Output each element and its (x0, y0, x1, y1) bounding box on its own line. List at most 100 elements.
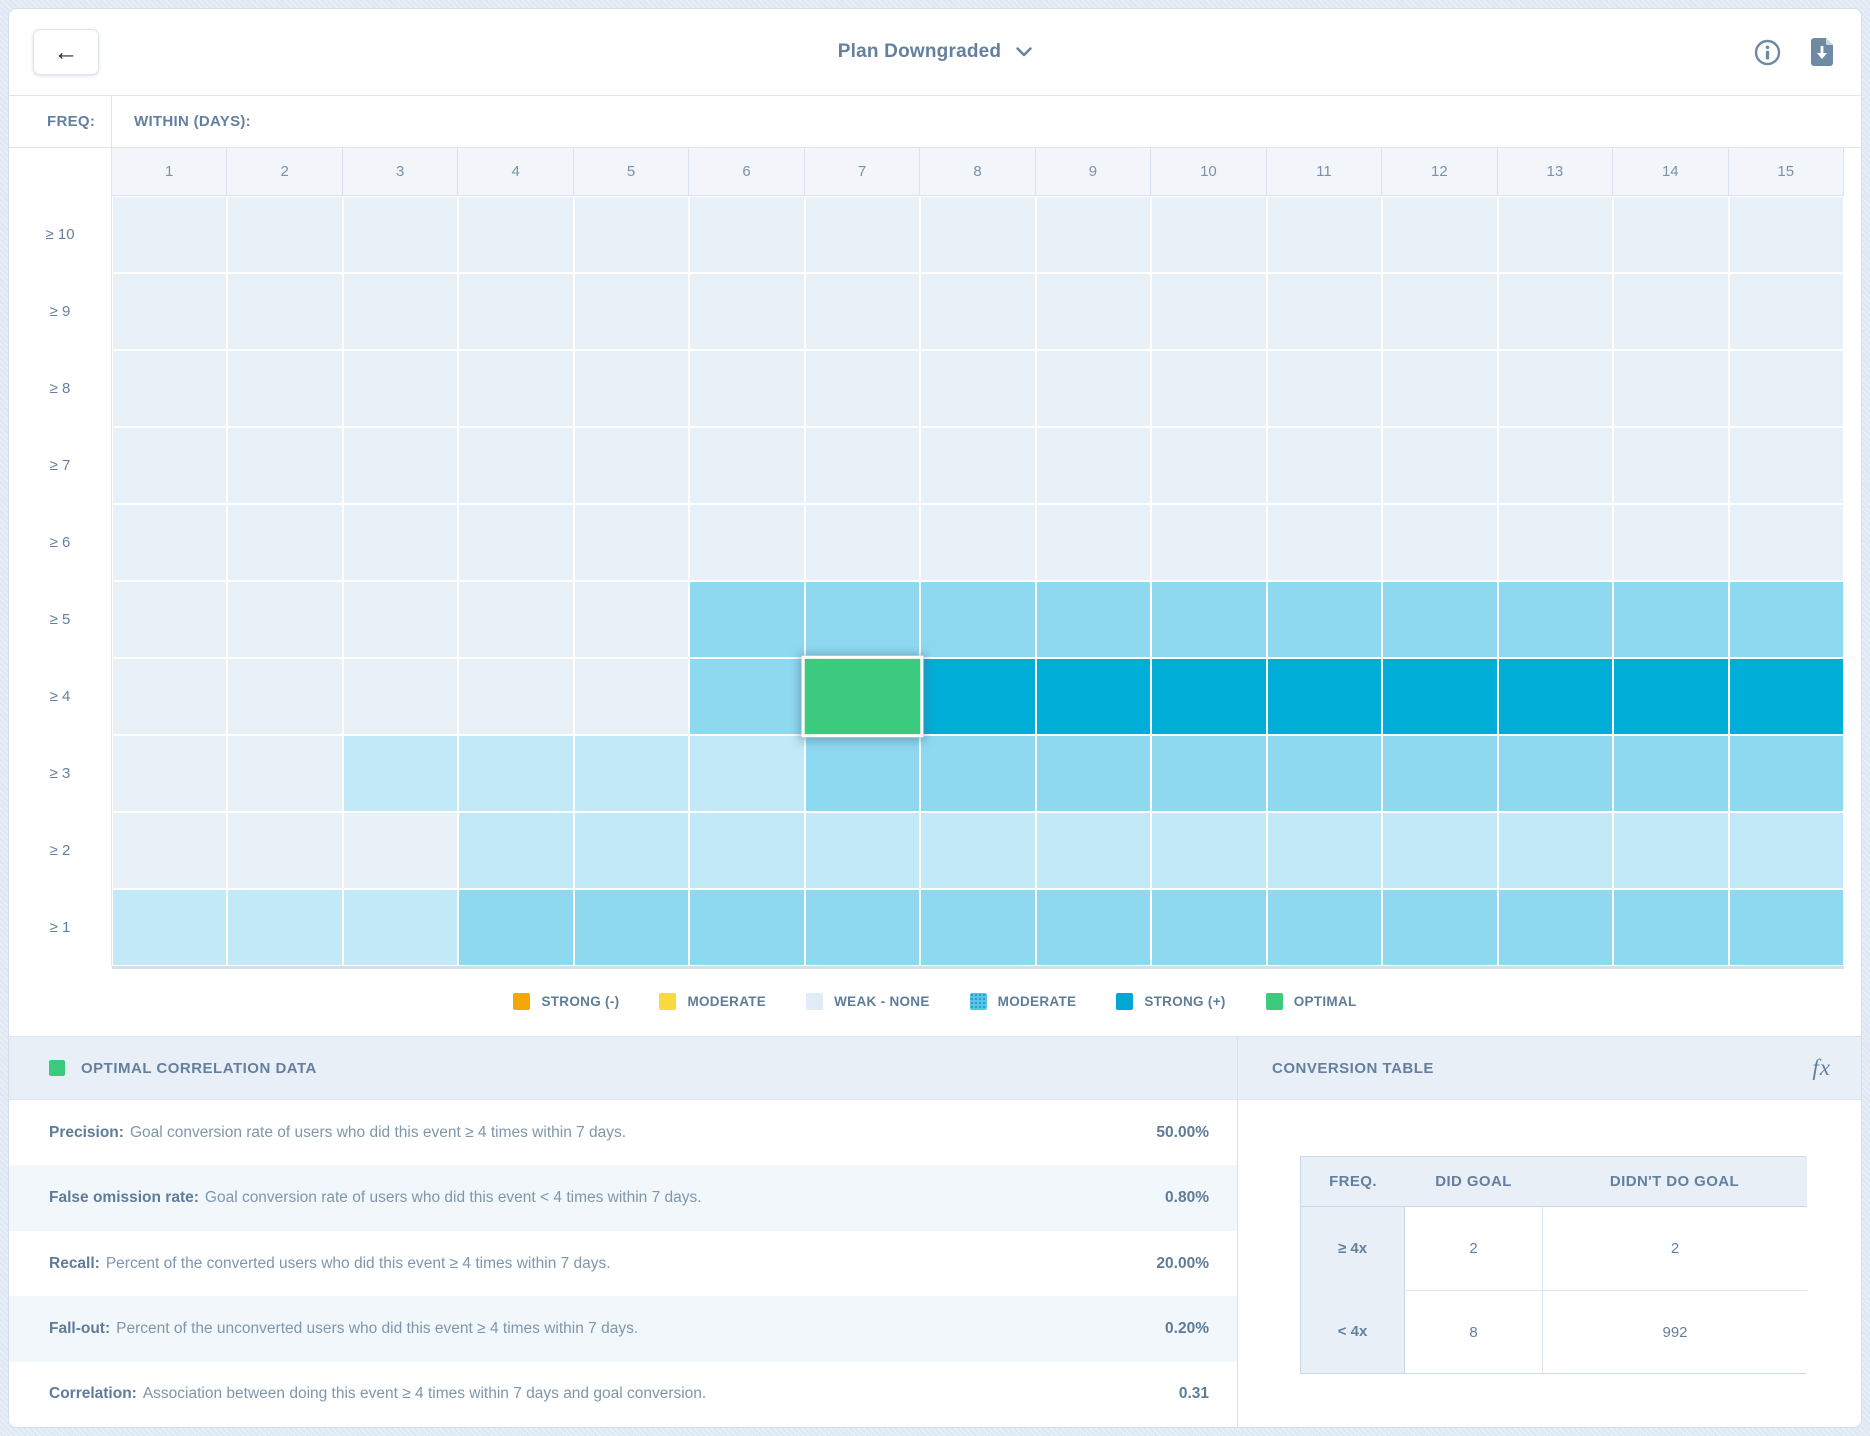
heatmap-cell[interactable] (1267, 273, 1382, 350)
heatmap-cell[interactable] (227, 504, 342, 581)
heatmap-cell[interactable] (1036, 273, 1151, 350)
heatmap-cell[interactable] (805, 812, 920, 889)
heatmap-cell[interactable] (227, 196, 342, 273)
heatmap-cell[interactable] (458, 273, 573, 350)
heatmap-cell[interactable] (1498, 812, 1613, 889)
heatmap-cell[interactable] (1498, 735, 1613, 812)
heatmap-cell[interactable] (574, 504, 689, 581)
download-icon[interactable] (1809, 37, 1835, 67)
heatmap-cell[interactable] (1267, 196, 1382, 273)
heatmap-cell[interactable] (920, 658, 1035, 735)
heatmap-cell[interactable] (1382, 273, 1497, 350)
heatmap-cell[interactable] (1151, 504, 1266, 581)
heatmap-cell[interactable] (1498, 273, 1613, 350)
heatmap-cell[interactable] (343, 427, 458, 504)
heatmap-cell[interactable] (343, 889, 458, 966)
heatmap-cell[interactable] (1498, 427, 1613, 504)
heatmap-cell[interactable] (1729, 504, 1844, 581)
heatmap-cell[interactable] (112, 658, 227, 735)
heatmap-cell[interactable] (1382, 735, 1497, 812)
heatmap-cell[interactable] (1613, 427, 1728, 504)
heatmap-cell[interactable] (805, 504, 920, 581)
heatmap-cell[interactable] (920, 812, 1035, 889)
heatmap-cell[interactable] (1613, 581, 1728, 658)
heatmap-cell[interactable] (920, 504, 1035, 581)
heatmap-cell[interactable] (1729, 812, 1844, 889)
heatmap-cell[interactable] (1613, 196, 1728, 273)
heatmap-cell[interactable] (112, 427, 227, 504)
heatmap-cell[interactable] (1498, 581, 1613, 658)
heatmap-cell[interactable] (920, 427, 1035, 504)
heatmap-cell[interactable] (343, 658, 458, 735)
heatmap-cell[interactable] (1729, 735, 1844, 812)
heatmap-cell[interactable] (1729, 658, 1844, 735)
heatmap-cell[interactable] (1151, 581, 1266, 658)
heatmap-cell[interactable] (1036, 658, 1151, 735)
heatmap-cell[interactable] (1036, 581, 1151, 658)
heatmap-cell[interactable] (689, 350, 804, 427)
heatmap-cell[interactable] (1036, 889, 1151, 966)
heatmap-cell-selected[interactable] (801, 656, 923, 738)
heatmap-cell[interactable] (1729, 581, 1844, 658)
heatmap-cell[interactable] (1613, 889, 1728, 966)
heatmap-cell[interactable] (1613, 812, 1728, 889)
heatmap-cell[interactable] (1036, 427, 1151, 504)
heatmap-cell[interactable] (112, 735, 227, 812)
heatmap-cell[interactable] (689, 581, 804, 658)
heatmap-cell[interactable] (458, 812, 573, 889)
heatmap-cell[interactable] (1151, 196, 1266, 273)
heatmap-cell[interactable] (343, 581, 458, 658)
heatmap-cell[interactable] (227, 812, 342, 889)
heatmap-cell[interactable] (458, 504, 573, 581)
heatmap-cell[interactable] (112, 196, 227, 273)
formula-fx-icon[interactable]: fx (1812, 1055, 1831, 1081)
heatmap-cell[interactable] (805, 350, 920, 427)
heatmap-cell[interactable] (1036, 812, 1151, 889)
heatmap-cell[interactable] (1613, 504, 1728, 581)
heatmap-cell[interactable] (1036, 350, 1151, 427)
heatmap-cell[interactable] (458, 196, 573, 273)
heatmap-cell[interactable] (227, 658, 342, 735)
heatmap-cell[interactable] (574, 812, 689, 889)
heatmap-cell[interactable] (112, 273, 227, 350)
heatmap-cell[interactable] (574, 350, 689, 427)
heatmap-cell[interactable] (227, 735, 342, 812)
heatmap-cell[interactable] (689, 812, 804, 889)
back-button[interactable]: ← (33, 29, 99, 75)
heatmap-cell[interactable] (1151, 350, 1266, 427)
heatmap-cell[interactable] (920, 350, 1035, 427)
heatmap-cell[interactable] (1267, 350, 1382, 427)
heatmap-cell[interactable] (343, 350, 458, 427)
heatmap-cell[interactable] (1267, 658, 1382, 735)
heatmap-cell[interactable] (1267, 812, 1382, 889)
heatmap-cell[interactable] (574, 196, 689, 273)
heatmap-cell[interactable] (1729, 350, 1844, 427)
heatmap-cell[interactable] (689, 196, 804, 273)
heatmap-cell[interactable] (112, 350, 227, 427)
heatmap-cell[interactable] (1382, 581, 1497, 658)
heatmap-cell[interactable] (689, 658, 804, 735)
heatmap-cell[interactable] (1498, 658, 1613, 735)
info-icon[interactable] (1754, 39, 1781, 66)
heatmap-cell[interactable] (574, 658, 689, 735)
heatmap-cell[interactable] (1613, 273, 1728, 350)
heatmap-cell[interactable] (227, 273, 342, 350)
heatmap-cell[interactable] (1613, 658, 1728, 735)
heatmap-cell[interactable] (574, 735, 689, 812)
heatmap-cell[interactable] (1151, 889, 1266, 966)
heatmap-cell[interactable] (1382, 350, 1497, 427)
heatmap-cell[interactable] (343, 735, 458, 812)
heatmap-cell[interactable] (574, 273, 689, 350)
heatmap-cell[interactable] (689, 427, 804, 504)
heatmap-cell[interactable] (112, 812, 227, 889)
event-selector-dropdown[interactable]: Plan Downgraded (838, 41, 1032, 63)
heatmap-cell[interactable] (805, 427, 920, 504)
heatmap-cell[interactable] (1151, 812, 1266, 889)
heatmap-cell[interactable] (689, 273, 804, 350)
heatmap-cell[interactable] (1267, 427, 1382, 504)
heatmap-cell[interactable] (1382, 658, 1497, 735)
heatmap-cell[interactable] (1151, 273, 1266, 350)
heatmap-cell[interactable] (1267, 581, 1382, 658)
heatmap-cell[interactable] (227, 350, 342, 427)
heatmap-cell[interactable] (458, 581, 573, 658)
